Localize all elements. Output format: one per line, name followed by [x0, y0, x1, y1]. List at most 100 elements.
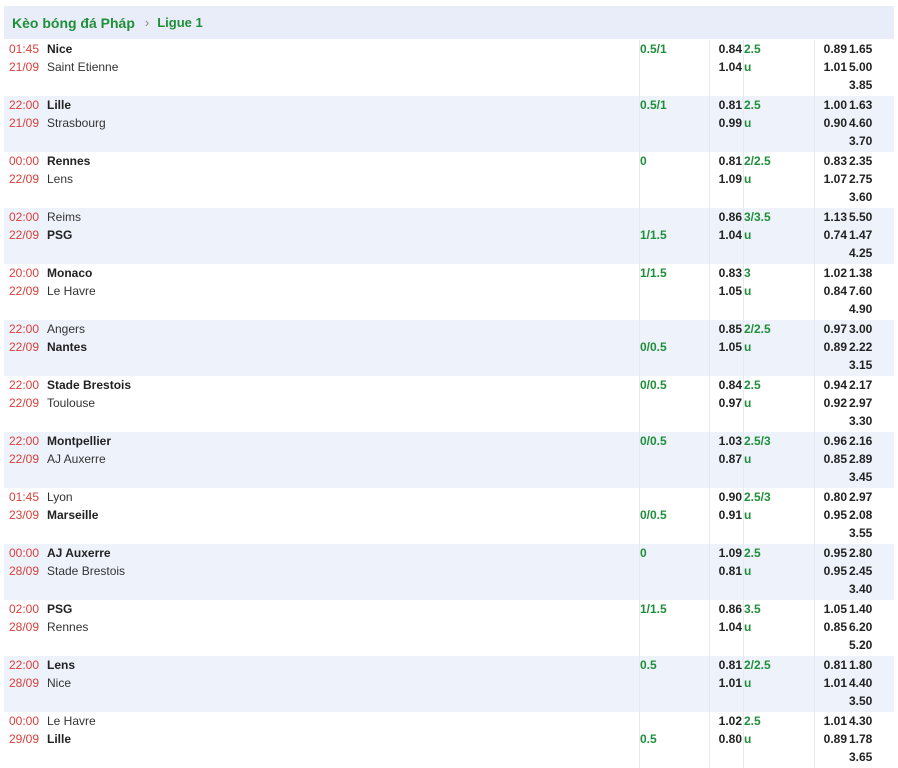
under-odds[interactable]: 0.90	[815, 114, 847, 132]
handicap-home-odds[interactable]: 0.86	[710, 208, 742, 226]
handicap-away-odds[interactable]: 1.04	[710, 618, 742, 636]
handicap-home-odds[interactable]: 0.84	[710, 376, 742, 394]
under-odds[interactable]: 1.01	[815, 674, 847, 692]
handicap-away-odds[interactable]: 1.09	[710, 170, 742, 188]
draw-odds[interactable]: 3.15	[847, 356, 891, 374]
over-odds[interactable]: 0.94	[815, 376, 847, 394]
under-odds[interactable]: 1.01	[815, 58, 847, 76]
over-odds[interactable]: 1.02	[815, 264, 847, 282]
under-odds[interactable]: 0.74	[815, 226, 847, 244]
under-odds[interactable]: 0.85	[815, 618, 847, 636]
breadcrumb-league-link[interactable]: Ligue 1	[157, 15, 203, 30]
handicap-home-odds[interactable]: 0.81	[710, 656, 742, 674]
away-win-odds[interactable]: 2.08	[847, 506, 891, 524]
handicap-away-odds[interactable]: 0.87	[710, 450, 742, 468]
home-win-odds[interactable]: 1.38	[847, 264, 891, 282]
handicap-home-odds[interactable]: 1.03	[710, 432, 742, 450]
match-row[interactable]: 02:00 22/09 Reims PSG 1/1.5 0.86 1.04 3/3.5 u 1.1…	[4, 208, 894, 264]
handicap-away-odds[interactable]: 0.91	[710, 506, 742, 524]
away-win-odds[interactable]: 4.40	[847, 674, 891, 692]
handicap-away-odds[interactable]: 1.04	[710, 58, 742, 76]
away-win-odds[interactable]: 6.20	[847, 618, 891, 636]
under-odds[interactable]: 0.95	[815, 506, 847, 524]
match-row[interactable]: 20:00 22/09 Monaco Le Havre 1/1.5 0.83 1.05 3 u 1…	[4, 264, 894, 320]
match-row[interactable]: 01:45 23/09 Lyon Marseille 0/0.5 0.90 0.91 2.5/…	[4, 488, 894, 544]
draw-odds[interactable]: 3.70	[847, 132, 891, 150]
over-odds[interactable]: 0.80	[815, 488, 847, 506]
handicap-away-odds[interactable]: 1.01	[710, 674, 742, 692]
handicap-away-odds[interactable]: 0.81	[710, 562, 742, 580]
handicap-home-odds[interactable]: 0.81	[710, 96, 742, 114]
over-odds[interactable]: 1.13	[815, 208, 847, 226]
away-win-odds[interactable]: 1.47	[847, 226, 891, 244]
under-odds[interactable]: 0.89	[815, 730, 847, 748]
away-win-odds[interactable]: 2.75	[847, 170, 891, 188]
handicap-home-odds[interactable]: 1.02	[710, 712, 742, 730]
over-odds[interactable]: 1.05	[815, 600, 847, 618]
home-win-odds[interactable]: 1.63	[847, 96, 891, 114]
handicap-home-odds[interactable]: 0.86	[710, 600, 742, 618]
match-row[interactable]: 02:00 28/09 PSG Rennes 1/1.5 0.86 1.04 3.5 u 1.05…	[4, 600, 894, 656]
under-odds[interactable]: 0.89	[815, 338, 847, 356]
match-row[interactable]: 01:45 21/09 Nice Saint Etienne 0.5/1 0.84 1.04…	[4, 40, 894, 96]
draw-odds[interactable]: 4.90	[847, 300, 891, 318]
over-odds[interactable]: 1.01	[815, 712, 847, 730]
draw-odds[interactable]: 3.85	[847, 76, 891, 94]
over-odds[interactable]: 1.00	[815, 96, 847, 114]
handicap-home-odds[interactable]: 0.84	[710, 40, 742, 58]
draw-odds[interactable]: 3.55	[847, 524, 891, 542]
home-win-odds[interactable]: 2.16	[847, 432, 891, 450]
handicap-away-odds[interactable]: 1.05	[710, 338, 742, 356]
away-win-odds[interactable]: 2.45	[847, 562, 891, 580]
draw-odds[interactable]: 3.45	[847, 468, 891, 486]
home-win-odds[interactable]: 2.97	[847, 488, 891, 506]
over-odds[interactable]: 0.97	[815, 320, 847, 338]
under-odds[interactable]: 0.95	[815, 562, 847, 580]
draw-odds[interactable]: 3.60	[847, 188, 891, 206]
handicap-home-odds[interactable]: 0.90	[710, 488, 742, 506]
match-row[interactable]: 22:00 22/09 Angers Nantes 0/0.5 0.85 1.05 2/2.5…	[4, 320, 894, 376]
draw-odds[interactable]: 3.50	[847, 692, 891, 710]
match-row[interactable]: 22:00 21/09 Lille Strasbourg 0.5/1 0.81 0.99 2.…	[4, 96, 894, 152]
over-odds[interactable]: 0.81	[815, 656, 847, 674]
draw-odds[interactable]: 5.20	[847, 636, 891, 654]
home-win-odds[interactable]: 1.40	[847, 600, 891, 618]
away-win-odds[interactable]: 7.60	[847, 282, 891, 300]
handicap-away-odds[interactable]: 0.80	[710, 730, 742, 748]
handicap-away-odds[interactable]: 1.04	[710, 226, 742, 244]
over-odds[interactable]: 0.95	[815, 544, 847, 562]
home-win-odds[interactable]: 4.30	[847, 712, 891, 730]
under-odds[interactable]: 0.85	[815, 450, 847, 468]
away-win-odds[interactable]: 2.22	[847, 338, 891, 356]
draw-odds[interactable]: 4.25	[847, 244, 891, 262]
over-odds[interactable]: 0.83	[815, 152, 847, 170]
away-win-odds[interactable]: 2.89	[847, 450, 891, 468]
home-win-odds[interactable]: 3.00	[847, 320, 891, 338]
home-win-odds[interactable]: 2.17	[847, 376, 891, 394]
handicap-home-odds[interactable]: 0.81	[710, 152, 742, 170]
under-odds[interactable]: 0.92	[815, 394, 847, 412]
away-win-odds[interactable]: 2.97	[847, 394, 891, 412]
draw-odds[interactable]: 3.65	[847, 748, 891, 766]
over-odds[interactable]: 0.89	[815, 40, 847, 58]
handicap-away-odds[interactable]: 0.97	[710, 394, 742, 412]
handicap-away-odds[interactable]: 1.05	[710, 282, 742, 300]
breadcrumb-main-link[interactable]: Kèo bóng đá Pháp	[12, 15, 135, 31]
away-win-odds[interactable]: 1.78	[847, 730, 891, 748]
match-row[interactable]: 22:00 22/09 Montpellier AJ Auxerre 0/0.5 1.03…	[4, 432, 894, 488]
home-win-odds[interactable]: 2.35	[847, 152, 891, 170]
match-row[interactable]: 22:00 28/09 Lens Nice 0.5 0.81 1.01 2/2.5 u 0.81 1…	[4, 656, 894, 712]
draw-odds[interactable]: 3.40	[847, 580, 891, 598]
match-row[interactable]: 00:00 29/09 Le Havre Lille 0.5 1.02 0.80 2.5 u 1.…	[4, 712, 894, 768]
home-win-odds[interactable]: 2.80	[847, 544, 891, 562]
match-row[interactable]: 22:00 22/09 Stade Brestois Toulouse 0/0.5 0.8…	[4, 376, 894, 432]
handicap-away-odds[interactable]: 0.99	[710, 114, 742, 132]
home-win-odds[interactable]: 1.80	[847, 656, 891, 674]
away-win-odds[interactable]: 4.60	[847, 114, 891, 132]
match-row[interactable]: 00:00 28/09 AJ Auxerre Stade Brestois 0 1.09 0…	[4, 544, 894, 600]
under-odds[interactable]: 1.07	[815, 170, 847, 188]
handicap-home-odds[interactable]: 0.85	[710, 320, 742, 338]
home-win-odds[interactable]: 1.65	[847, 40, 891, 58]
away-win-odds[interactable]: 5.00	[847, 58, 891, 76]
handicap-home-odds[interactable]: 1.09	[710, 544, 742, 562]
